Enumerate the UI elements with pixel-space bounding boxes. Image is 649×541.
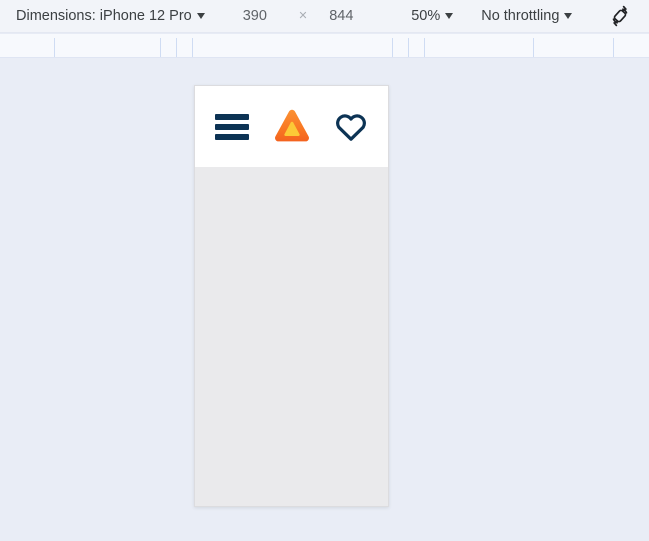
device-selector-label: Dimensions: iPhone 12 Pro xyxy=(16,7,192,24)
hamburger-menu-button[interactable] xyxy=(215,113,249,140)
device-stage xyxy=(0,58,649,541)
viewport-width-value: 390 xyxy=(242,7,267,24)
device-selector[interactable]: Dimensions: iPhone 12 Pro xyxy=(12,3,209,29)
viewport-height-input[interactable]: 844 xyxy=(325,3,367,29)
ruler-tick xyxy=(533,38,534,57)
hamburger-bar xyxy=(215,113,249,120)
rotate-device-button[interactable] xyxy=(606,3,634,29)
hamburger-bar xyxy=(215,123,249,130)
chevron-down-icon xyxy=(445,13,454,19)
rotate-device-icon xyxy=(613,5,628,27)
zoom-selector[interactable]: 50% xyxy=(407,3,457,29)
chevron-down-icon xyxy=(564,13,573,19)
times-symbol: × xyxy=(298,7,308,24)
triangle-brand-logo-icon xyxy=(274,109,309,141)
ruler-tick xyxy=(424,38,425,57)
emulated-viewport[interactable] xyxy=(194,85,389,507)
heart-outline-icon xyxy=(336,114,366,141)
ruler-tick xyxy=(176,38,177,57)
ruler-tick xyxy=(192,38,193,57)
throttling-label: No throttling xyxy=(481,7,560,24)
site-body xyxy=(195,167,388,506)
ruler-tick xyxy=(392,38,393,57)
ruler-tick xyxy=(613,38,614,57)
stage-bottom-band xyxy=(0,520,649,541)
zoom-level-label: 50% xyxy=(411,7,441,24)
viewport-height-value: 844 xyxy=(329,7,354,24)
ruler-tick xyxy=(408,38,409,57)
devtools-device-mode: Dimensions: iPhone 12 Pro 390 × 844 50% … xyxy=(0,0,649,541)
hamburger-bar xyxy=(215,133,249,140)
site-header xyxy=(195,86,388,167)
viewport-width-input[interactable]: 390 xyxy=(239,3,281,29)
chevron-down-icon xyxy=(196,13,205,19)
ruler-tick xyxy=(54,38,55,57)
viewport-ruler[interactable] xyxy=(0,33,649,58)
dimension-separator: × xyxy=(295,3,311,29)
brand-logo-button[interactable] xyxy=(270,106,314,148)
throttling-selector[interactable]: No throttling xyxy=(477,3,576,29)
favorites-button[interactable] xyxy=(334,111,368,143)
ruler-tick xyxy=(160,38,161,57)
device-toolbar: Dimensions: iPhone 12 Pro 390 × 844 50% … xyxy=(0,0,649,33)
